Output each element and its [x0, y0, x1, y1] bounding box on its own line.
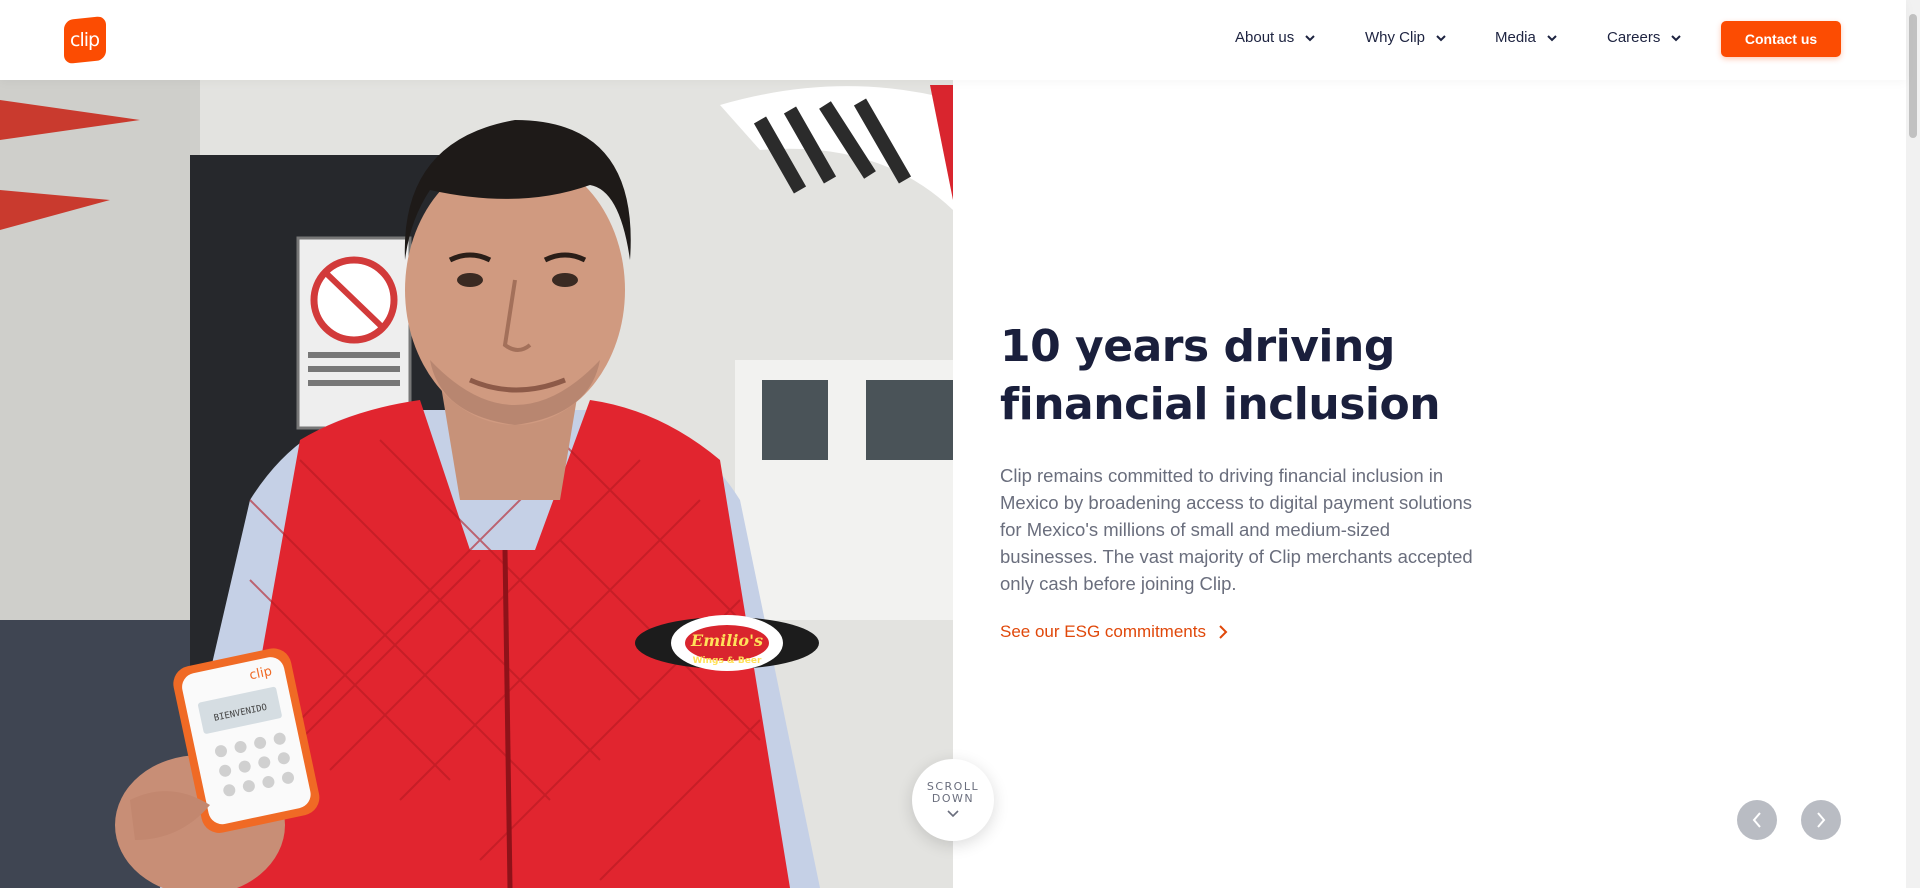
merchant-photo-illustration: Emilio's Wings & Beer clip BIENVENIDO: [0, 80, 953, 888]
nav-item-label: Media: [1495, 29, 1536, 46]
chevron-down-icon: [1671, 34, 1682, 41]
hero-photo: Emilio's Wings & Beer clip BIENVENIDO: [0, 80, 953, 888]
vest-patch-text: Emilio's: [690, 631, 763, 650]
vest-patch-subtext: Wings & Beer: [693, 656, 762, 666]
carousel-prev-button[interactable]: [1737, 800, 1777, 840]
chevron-down-icon: [1305, 34, 1315, 41]
nav-item-label: Why Clip: [1365, 29, 1426, 46]
chevron-left-icon: [1752, 812, 1761, 828]
logo-text: clip: [70, 29, 100, 52]
contact-us-button[interactable]: Contact us: [1721, 21, 1841, 57]
page-scrollbar[interactable]: [1906, 0, 1920, 888]
chevron-right-icon: [1817, 812, 1826, 828]
nav-item-careers[interactable]: Careers: [1607, 29, 1682, 46]
chevron-down-icon: [1436, 34, 1446, 41]
chevron-down-icon: [1547, 34, 1557, 41]
scrollbar-thumb[interactable]: [1909, 14, 1917, 138]
nav-item-label: Careers: [1607, 29, 1661, 46]
clip-logo[interactable]: clip: [64, 15, 106, 65]
headline-line-1: 10 years driving: [1000, 321, 1395, 372]
chevron-right-icon: [1219, 625, 1228, 639]
chevron-down-icon: [947, 810, 959, 818]
esg-link-label: See our ESG commitments: [1000, 622, 1206, 641]
scroll-text-line-2: DOWN: [931, 792, 975, 805]
hero-headline: 10 years driving financial inclusion: [1000, 318, 1460, 434]
nav-item-media[interactable]: Media: [1495, 29, 1558, 46]
nav-item-about-us[interactable]: About us: [1235, 29, 1316, 46]
scroll-down-button[interactable]: SCROLL DOWN: [912, 759, 994, 841]
headline-line-2: financial inclusion: [1000, 379, 1441, 430]
carousel-next-button[interactable]: [1801, 800, 1841, 840]
site-header: clip About us Why Clip Media Careers Con…: [0, 0, 1906, 80]
nav-item-why-clip[interactable]: Why Clip: [1365, 29, 1447, 46]
hero-description: Clip remains committed to driving financ…: [1000, 465, 1473, 594]
nav-item-label: About us: [1235, 29, 1295, 46]
esg-commitments-link[interactable]: See our ESG commitments: [1000, 622, 1228, 642]
